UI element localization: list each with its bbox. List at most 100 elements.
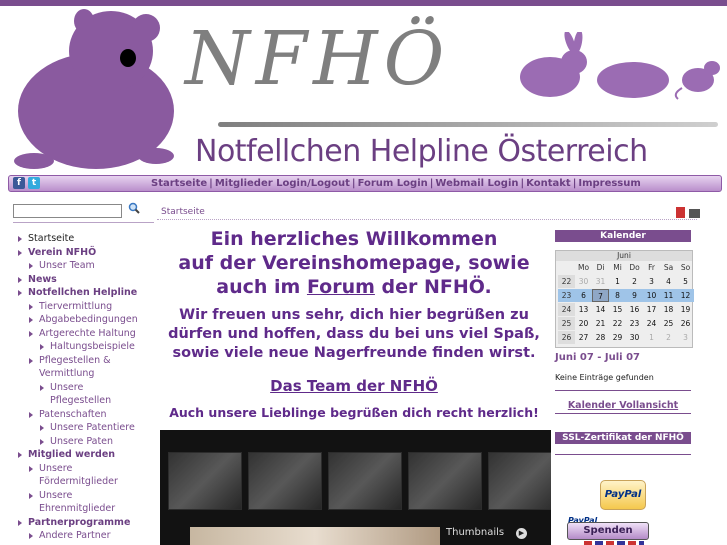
twitter-icon[interactable]: t — [28, 177, 40, 189]
calendar-day[interactable]: 12 — [677, 289, 694, 302]
calendar-week-number[interactable]: 22 — [558, 275, 575, 288]
calendar-day[interactable]: 27 — [575, 331, 592, 344]
calendar-day[interactable]: 9 — [626, 289, 643, 302]
donate-button[interactable]: Spenden — [567, 522, 649, 540]
nav-mitglieder-login[interactable]: Mitglieder Login/Logout — [215, 178, 350, 189]
rat-icon — [674, 61, 720, 100]
calendar-day[interactable]: 6 — [575, 289, 592, 302]
calendar-day[interactable]: 30 — [626, 331, 643, 344]
slider-thumbnail[interactable] — [488, 452, 551, 510]
ssl-certificate-header[interactable]: SSL-Zertifikat der NFHÖ — [555, 432, 691, 444]
sidebar-item[interactable]: Startseite — [16, 232, 156, 246]
calendar-day[interactable]: 1 — [643, 331, 660, 344]
sidebar-item[interactable]: Pflegestellen & — [27, 354, 156, 368]
calendar-full-view-link[interactable]: Kalender Vollansicht — [555, 400, 691, 411]
paypal-button[interactable]: PayPal — [600, 480, 646, 510]
calendar-day[interactable]: 17 — [643, 303, 660, 316]
calendar-weekday: Fr — [648, 263, 655, 272]
calendar-week-number[interactable]: 23 — [558, 289, 575, 302]
calendar-day[interactable]: 19 — [677, 303, 694, 316]
sidebar-item-continued[interactable]: Fördermitglieder — [27, 475, 156, 489]
calendar-day[interactable]: 29 — [609, 331, 626, 344]
calendar-weekday-row: Mo Di Mi Do Fr Sa So — [556, 261, 692, 274]
calendar-day[interactable]: 5 — [677, 275, 694, 288]
calendar-day[interactable]: 13 — [575, 303, 592, 316]
calendar-day[interactable]: 4 — [660, 275, 677, 288]
divider — [555, 390, 691, 391]
pdf-icon[interactable] — [676, 207, 685, 218]
slider-thumbnail[interactable] — [408, 452, 482, 510]
sidebar-item-continued[interactable]: Ehrenmitglieder — [27, 502, 156, 516]
nav-kontakt[interactable]: Kontakt — [526, 178, 571, 189]
sidebar-item[interactable]: Verein NFHÖ — [16, 246, 156, 260]
sidebar-item[interactable]: Abgabebedingungen — [27, 313, 156, 327]
sidebar-divider — [13, 222, 154, 223]
sidebar-item[interactable]: Andere Partner — [27, 529, 156, 543]
thumbnails-toggle-icon[interactable]: ▶ — [516, 528, 527, 539]
slider-thumbnail[interactable] — [328, 452, 402, 510]
nav-links: Startseite | Mitglieder Login/Logout | Forum… — [151, 176, 641, 191]
calendar-day[interactable]: 18 — [660, 303, 677, 316]
calendar-day[interactable]: 21 — [592, 317, 609, 330]
sidebar-item[interactable]: Unser Team — [27, 259, 156, 273]
rabbit-icon — [520, 32, 587, 97]
calendar-header: Kalender — [555, 230, 691, 242]
calendar-week-number[interactable]: 26 — [558, 331, 575, 344]
search-icon[interactable] — [126, 202, 142, 218]
breadcrumb[interactable]: Startseite — [161, 207, 205, 217]
calendar-day[interactable]: 2 — [626, 275, 643, 288]
sidebar-item-continued[interactable]: Vermittlung — [27, 367, 156, 381]
calendar-day[interactable]: 8 — [609, 289, 626, 302]
sidebar-item[interactable]: Haltungsbeispiele — [38, 340, 156, 354]
calendar-day[interactable]: 28 — [592, 331, 609, 344]
sidebar-item[interactable]: Unsere — [38, 381, 156, 395]
sidebar-item[interactable]: Mitglied werden — [16, 448, 156, 462]
sidebar-item-continued[interactable]: Pflegestellen — [38, 394, 156, 408]
calendar-day[interactable]: 22 — [609, 317, 626, 330]
calendar-day[interactable]: 14 — [592, 303, 609, 316]
calendar-day[interactable]: 25 — [660, 317, 677, 330]
sidebar-item[interactable]: News — [16, 273, 156, 287]
calendar-day[interactable]: 1 — [609, 275, 626, 288]
print-icon[interactable] — [689, 209, 701, 218]
team-link[interactable]: Das Team der NFHÖ — [161, 377, 547, 395]
calendar-day[interactable]: 3 — [643, 275, 660, 288]
thumbnails-label[interactable]: Thumbnails — [446, 527, 504, 538]
calendar-day[interactable]: 26 — [677, 317, 694, 330]
sidebar-item[interactable]: Artgerechte Haltung — [27, 327, 156, 341]
sidebar-item[interactable]: Patenschaften — [27, 408, 156, 422]
calendar-day[interactable]: 11 — [660, 289, 677, 302]
facebook-icon[interactable]: f — [13, 177, 25, 189]
nav-forum-login[interactable]: Forum Login — [358, 178, 428, 189]
calendar-day[interactable]: 24 — [643, 317, 660, 330]
slider-thumbnail[interactable] — [248, 452, 322, 510]
calendar-day[interactable]: 16 — [626, 303, 643, 316]
sidebar-item[interactable]: Unsere Patentiere — [38, 421, 156, 435]
calendar-day[interactable]: 23 — [626, 317, 643, 330]
sidebar-item[interactable]: Partnerprogramme — [16, 516, 156, 530]
slider-thumbnail[interactable] — [168, 452, 242, 510]
calendar-week-number[interactable]: 25 — [558, 317, 575, 330]
sidebar-item[interactable]: Unsere — [27, 462, 156, 476]
nav-impressum[interactable]: Impressum — [578, 178, 640, 189]
sidebar-item[interactable]: Tiervermittlung — [27, 300, 156, 314]
search-input[interactable] — [13, 204, 122, 218]
calendar-day[interactable]: 30 — [575, 275, 592, 288]
nav-webmail-login[interactable]: Webmail Login — [435, 178, 518, 189]
calendar-week-number[interactable]: 24 — [558, 303, 575, 316]
hamster-logo-icon — [14, 9, 174, 169]
calendar-day[interactable]: 7 — [592, 289, 609, 302]
calendar-day[interactable]: 20 — [575, 317, 592, 330]
calendar-day[interactable]: 2 — [660, 331, 677, 344]
welcome-line-3-pre: auch im — [216, 276, 307, 298]
lieblinge-text: Auch unsere Lieblinge begrüßen dich rech… — [169, 405, 539, 420]
sidebar-item[interactable]: Unsere — [27, 489, 156, 503]
calendar-day[interactable]: 10 — [643, 289, 660, 302]
sidebar-item[interactable]: Notfellchen Helpline — [16, 286, 156, 300]
calendar-day[interactable]: 15 — [609, 303, 626, 316]
forum-link[interactable]: Forum — [307, 276, 375, 298]
sidebar-item[interactable]: Unsere Paten — [38, 435, 156, 449]
nav-startseite[interactable]: Startseite — [151, 178, 207, 189]
calendar-day[interactable]: 31 — [592, 275, 609, 288]
calendar-day[interactable]: 3 — [677, 331, 694, 344]
